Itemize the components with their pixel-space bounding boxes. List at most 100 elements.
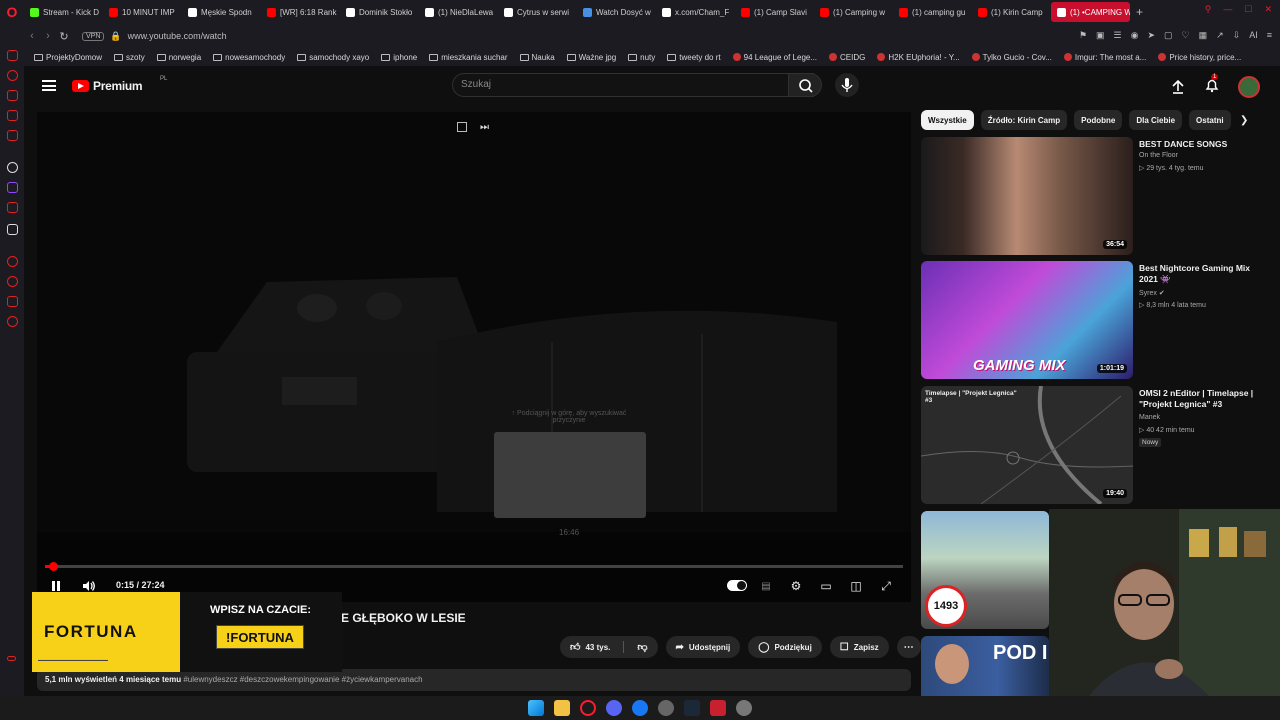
reload-icon[interactable]: ↻ (56, 30, 72, 43)
notifications-button[interactable]: 1 (1204, 73, 1220, 98)
opera-logo-icon[interactable]: O (0, 0, 24, 24)
sidebar-chat-icon[interactable] (7, 296, 18, 307)
bookmark-item[interactable]: Price history, price... (1158, 53, 1241, 62)
upload-icon[interactable] (1170, 79, 1186, 95)
browser-tab[interactable]: [WR] 6:18 Rank (261, 2, 340, 22)
sidebar-player-icon[interactable] (7, 130, 18, 141)
filter-chip[interactable]: Ostatni (1189, 110, 1231, 130)
obs-icon[interactable] (658, 700, 674, 716)
sidebar-recent-icon[interactable] (7, 276, 18, 287)
settings-icon[interactable]: ⚙ (786, 576, 806, 596)
browser-tab[interactable]: (1) •CAMPING W ULE (1051, 2, 1130, 22)
shield-icon[interactable]: ☰ (1114, 30, 1122, 41)
settings-taskbar-icon[interactable] (736, 700, 752, 716)
forward-icon[interactable]: › (40, 30, 56, 42)
bookmark-item[interactable]: nowesamochody (213, 53, 285, 62)
browser-tab[interactable]: Stream - Kick D (24, 2, 103, 22)
browser-tab[interactable]: (1) camping gu (893, 2, 972, 22)
recommendation-thumbnail[interactable]: POD I (921, 636, 1049, 696)
camera-icon[interactable]: ◉ (1131, 30, 1139, 41)
bookmark-item[interactable]: Imgur: The most a... (1063, 53, 1146, 62)
recommendation-item[interactable]: 36:54 BEST DANCE SONGS On the Floor ▷ 29… (921, 137, 1271, 255)
thanks-button[interactable]: ◯ Podziękuj (748, 636, 822, 658)
messenger-icon[interactable] (632, 700, 648, 716)
bookmark-item[interactable]: Nauka (519, 53, 555, 62)
search-tabs-icon[interactable]: ⚲ (1205, 4, 1212, 15)
url-field[interactable]: www.youtube.com/watch (128, 31, 227, 41)
recommendation-item[interactable]: GAMING MIX 1:01:19 Best Nightcore Gaming… (921, 261, 1271, 379)
bookmark-item[interactable]: samochody xayo (297, 53, 369, 62)
browser-tab[interactable]: (1) Camping w (814, 2, 893, 22)
lock-icon[interactable]: 🔒 (110, 31, 121, 42)
bookmark-item[interactable]: ProjektyDomow (34, 53, 102, 62)
bookmark-item[interactable]: Ważne jpg (566, 53, 616, 62)
recommendation-title[interactable]: OMSI 2 nEditor | Timelapse | "Projekt Le… (1139, 388, 1267, 410)
recommendation-title[interactable]: BEST DANCE SONGS (1139, 139, 1267, 150)
bookmark-item[interactable]: Tylko Gucio - Cov... (971, 53, 1052, 62)
sidebar-percent-icon[interactable] (7, 202, 18, 213)
sidebar-twitch-icon[interactable] (7, 182, 18, 193)
share-button[interactable]: ➦ Udostępnij (665, 636, 741, 658)
bookmark-item[interactable]: iphone (381, 53, 417, 62)
share-icon[interactable]: ↗ (1216, 30, 1224, 41)
subtitles-icon[interactable]: ▤ (756, 576, 776, 596)
bookmark-item[interactable]: norwegia (156, 53, 201, 62)
start-icon[interactable] (528, 700, 544, 716)
description-box[interactable]: 5,1 mln wyświetleń 4 miesiące temu #ulew… (37, 669, 911, 691)
bookmark-item[interactable]: 94 League of Lege... (732, 53, 817, 62)
search-input[interactable] (461, 79, 761, 90)
search-button[interactable] (788, 73, 822, 97)
back-icon[interactable]: ‹ (24, 30, 40, 42)
sidebar-history-icon[interactable] (7, 70, 18, 81)
recommendation-title[interactable]: Best Nightcore Gaming Mix 2021 👾 (1139, 263, 1267, 285)
theater-mode-icon[interactable]: ▭ (816, 576, 836, 596)
more-actions-button[interactable]: ⋯ (896, 636, 921, 658)
browser-tab[interactable]: Watch Dosyć w (577, 2, 656, 22)
sidebar-more-icon[interactable] (7, 656, 16, 661)
fullscreen-icon[interactable]: ⤢ (876, 576, 896, 596)
browser-tab[interactable]: x.com/Cham_F (656, 2, 735, 22)
sidebar-chatgpt-icon[interactable] (7, 162, 18, 173)
filter-chip[interactable]: Wszystkie (921, 110, 974, 130)
sidebar-settings-icon[interactable] (7, 316, 18, 327)
voice-search-button[interactable] (835, 73, 859, 97)
sidebar-wallet-icon[interactable] (7, 110, 18, 121)
recommendation-thumbnail[interactable]: 36:54 (921, 137, 1133, 255)
menu-icon[interactable]: ≡ (1267, 30, 1272, 41)
vpn-badge[interactable]: VPN (82, 31, 105, 41)
progress-scrubber[interactable] (48, 562, 58, 571)
sidebar-messenger-icon[interactable] (7, 50, 18, 61)
save-button[interactable]: ☐ Zapisz (829, 636, 889, 658)
steam-icon[interactable] (684, 700, 700, 716)
filter-chip[interactable]: Dla Ciebie (1129, 110, 1183, 130)
hamburger-menu-icon[interactable] (42, 80, 56, 91)
browser-tab[interactable]: Męskie Spodn (182, 2, 261, 22)
cast-icon[interactable]: ◫ (846, 576, 866, 596)
video-player[interactable]: ⏭ ↑ Podciągnij w górę, aby wyszukiwać pr… (37, 112, 911, 602)
avatar[interactable] (1238, 76, 1260, 98)
autoplay-toggle[interactable] (727, 580, 747, 591)
miniplayer-icon[interactable] (457, 122, 467, 132)
progress-bar[interactable] (45, 562, 903, 571)
sidebar-clock-icon[interactable] (7, 256, 18, 267)
send-icon[interactable]: ➤ (1147, 30, 1155, 41)
browser-tab[interactable]: Dominik Stokło (340, 2, 419, 22)
close-icon[interactable]: ✕ (1264, 4, 1272, 15)
hashtags[interactable]: #ulewnydeszcz #deszczowekempingowanie #ż… (183, 675, 422, 684)
recommendation-thumbnail[interactable]: GAMING MIX 1:01:19 (921, 261, 1133, 379)
chips-next-icon[interactable]: ❯ (1240, 115, 1248, 126)
browser-tab[interactable]: 10 MINUT IMP (103, 2, 182, 22)
recommendation-thumbnail[interactable]: 1493 (921, 511, 1049, 629)
maximize-icon[interactable]: ☐ (1244, 4, 1252, 15)
browser-tab[interactable]: Cytrus w serwi (498, 2, 577, 22)
recommendation-channel[interactable]: On the Floor (1139, 152, 1178, 159)
sidebar-bag-icon[interactable] (7, 90, 18, 101)
bookmark-item[interactable]: nuty (628, 53, 655, 62)
cube-icon[interactable]: ▢ (1164, 30, 1173, 41)
recommendation-item[interactable]: Timelapse | "Projekt Legnica" #3 19:40 O… (921, 386, 1271, 504)
bookmark-item[interactable]: CEIDG (829, 53, 865, 62)
recommendation-thumbnail[interactable]: Timelapse | "Projekt Legnica" #3 19:40 (921, 386, 1133, 504)
browser-tab[interactable]: (1) Kirin Camp (972, 2, 1051, 22)
download-icon[interactable]: ⇩ (1233, 30, 1241, 41)
new-tab-button[interactable]: + (1130, 5, 1149, 19)
